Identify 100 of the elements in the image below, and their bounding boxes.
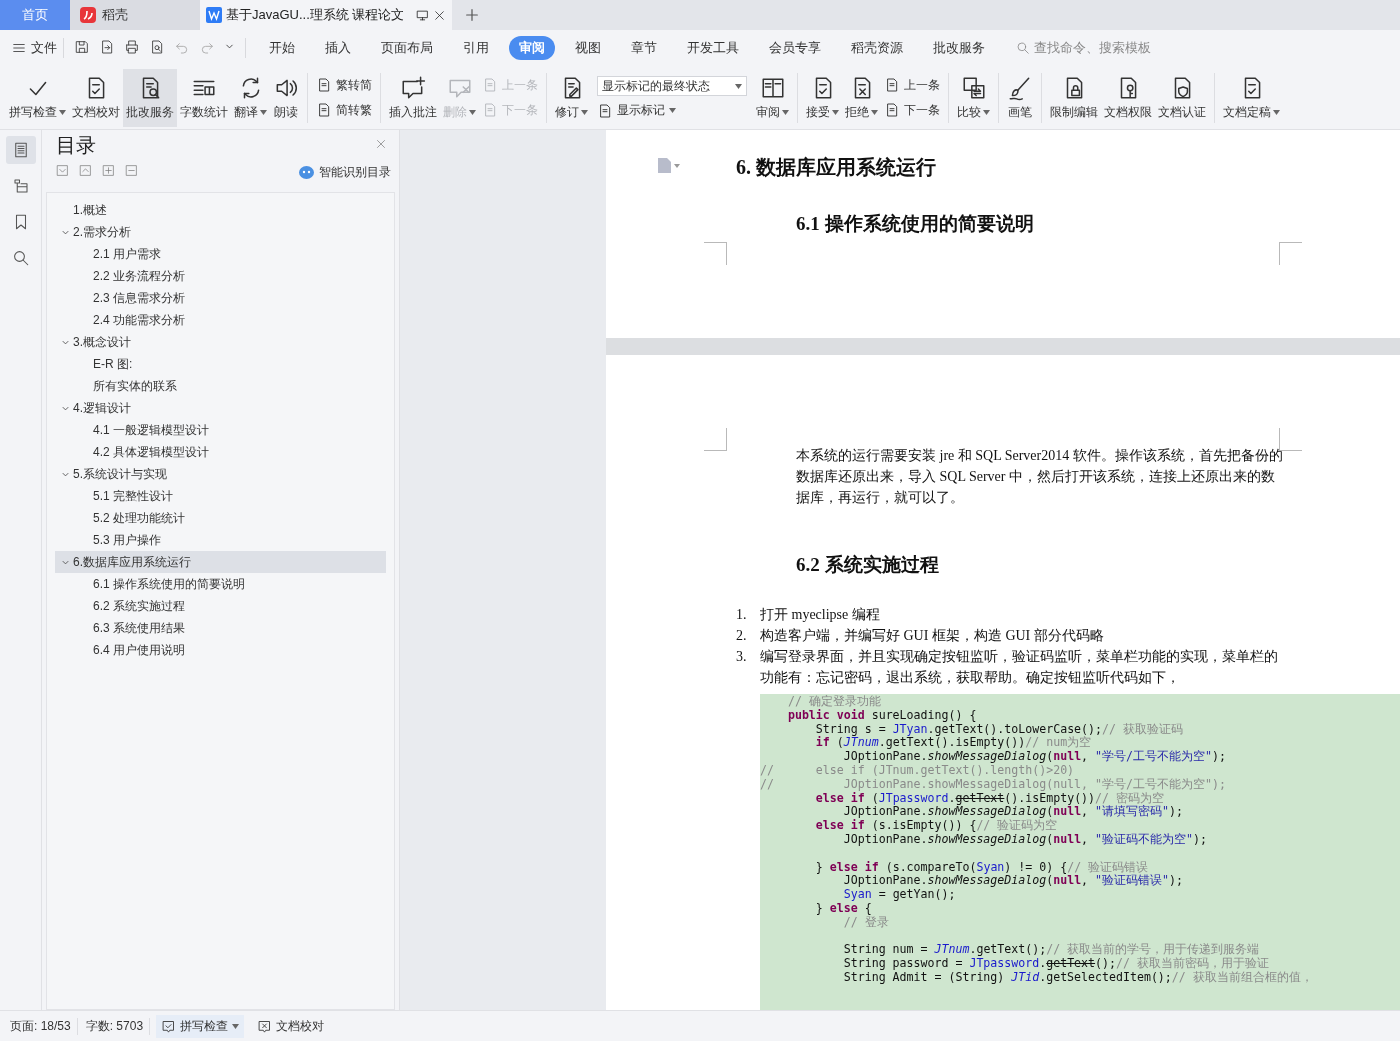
code-line: JOptionPane.showMessageDialog(null, "学号/工号不能为空"); [842, 750, 1227, 764]
ribbon-tab[interactable]: 插入 [315, 36, 361, 60]
caret-icon [581, 109, 588, 115]
toc-item[interactable]: 1.概述 [55, 199, 386, 221]
plus-icon [464, 7, 480, 23]
ribbon-button[interactable]: 简转繁 [316, 101, 372, 119]
smart-toc-button[interactable]: 智能识别目录 [299, 163, 391, 181]
toc-item[interactable]: 6.4 用户使用说明 [55, 639, 386, 661]
ribbon-button[interactable]: 审阅 [753, 68, 792, 127]
save-icon [74, 38, 90, 55]
caret-icon [1273, 109, 1280, 115]
caret-icon [871, 109, 878, 115]
code-line: String num = JTnum.getText();// 获取当前的学号，用于传递到服务端 [842, 943, 1261, 957]
toc-item[interactable]: 5.系统设计与实现 [55, 463, 386, 485]
toc-item[interactable]: 4.1 一般逻辑模型设计 [55, 419, 386, 441]
document-icon [884, 77, 900, 93]
ribbon-tab[interactable]: 引用 [453, 36, 499, 60]
file-menu[interactable]: 文件 [12, 38, 64, 58]
ribbon-tab[interactable]: 视图 [565, 36, 611, 60]
ribbon-button[interactable]: 接受 [803, 68, 842, 127]
list-item-text: 编写登录界面，并且实现确定按钮监听，验证码监听，菜单栏功能的实现，菜单栏的功能有：忘记密码，退出系统，获取帮助。确定按钮监听代码如下， [760, 648, 1279, 687]
toc-item[interactable]: 2.需求分析 [55, 221, 386, 243]
toc-item[interactable]: 4.逻辑设计 [55, 397, 386, 419]
ribbon-button[interactable]: 插入批注 [386, 68, 440, 127]
ribbon-tab[interactable]: 开发工具 [677, 36, 749, 60]
toc-item[interactable]: 5.1 完整性设计 [55, 485, 386, 507]
toc-item[interactable]: 6.1 操作系统使用的简要说明 [55, 573, 386, 595]
ribbon-button[interactable]: 翻译 [231, 68, 270, 127]
code-line: if (JTnum.getText().isEmpty())// num为空 [814, 736, 1092, 751]
ribbon-button[interactable]: 限制编辑 [1047, 68, 1101, 127]
x-box-icon [257, 1018, 273, 1034]
new-tab-button[interactable] [464, 7, 480, 23]
corner-mark [704, 428, 727, 451]
code-line: JOptionPane.showMessageDialog(null, "验证码不能为空"); [842, 832, 1208, 847]
toc-item[interactable]: 3.概念设计 [55, 331, 386, 353]
caret-icon [735, 83, 742, 89]
toc-item[interactable]: 4.2 具体逻辑模型设计 [55, 441, 386, 463]
ribbon-tab[interactable]: 章节 [621, 36, 667, 60]
code-line: else if (JTpassword.getText().isEmpty())// 密码为空 [814, 791, 1166, 805]
toc-item[interactable]: E-R 图: [55, 353, 386, 375]
ribbon-tab[interactable]: 稻壳资源 [841, 36, 913, 60]
document-icon [884, 102, 900, 118]
toc-item[interactable]: 所有实体的联系 [55, 375, 386, 397]
window-tab[interactable]: 基于JavaGU...理系统 课程论文 [200, 0, 452, 30]
ribbon-button[interactable]: 比较 [954, 68, 993, 127]
toc-item[interactable]: 6.数据库应用系统运行 [55, 551, 386, 573]
code-line: // else if (JTnum.getText().length()>20) [760, 764, 1076, 778]
code-line: // 登录 [842, 915, 890, 930]
code-line: // 确定登录功能 [786, 695, 882, 709]
status-button[interactable]: 拼写检查 [156, 1014, 245, 1038]
toc-item[interactable]: 2.3 信息需求分析 [55, 287, 386, 309]
tree-icon [11, 177, 30, 195]
toc-item[interactable]: 2.1 用户需求 [55, 243, 386, 265]
ribbon-tab[interactable]: 开始 [259, 36, 305, 60]
ribbon-button[interactable]: 字数统计 [177, 68, 231, 127]
ribbon-button[interactable]: 文档校对 [69, 68, 123, 127]
corner-mark [1279, 428, 1302, 451]
page-menu-icon[interactable] [658, 158, 680, 173]
ribbon-tab[interactable]: 页面布局 [371, 36, 443, 60]
toc-item[interactable]: 6.3 系统使用结果 [55, 617, 386, 639]
ribbon-button[interactable]: 画笔 [1004, 68, 1036, 127]
ribbon-button[interactable]: 文档认证 [1155, 68, 1209, 127]
heading: 6.2 系统实施过程 [796, 553, 940, 577]
code-line: public void sureLoading() { [786, 708, 978, 723]
compare-icon [960, 74, 987, 101]
list-number: 3. [736, 648, 748, 666]
toc-item[interactable]: 5.3 用户操作 [55, 529, 386, 551]
square-minus-icon [125, 164, 138, 177]
document-icon [482, 77, 498, 93]
toc-item[interactable]: 5.2 处理功能统计 [55, 507, 386, 529]
code-line: Syan = getYan(); [842, 888, 957, 902]
ribbon-tab[interactable]: 批改服务 [923, 36, 995, 60]
ribbon-button[interactable]: 上一条 [884, 76, 940, 94]
toc-item[interactable]: 2.2 业务流程分析 [55, 265, 386, 287]
ribbon-button[interactable]: 批改服务 [123, 68, 177, 127]
page-count: 页面: 18/53 [8, 1017, 78, 1035]
ribbon-button[interactable]: 朗读 [270, 68, 302, 127]
list-item-text: 构造客户端，并编写好 GUI 框架，构造 GUI 部分代码略 [760, 627, 1105, 645]
ribbon-tab[interactable]: 会员专享 [759, 36, 831, 60]
panel-title: 目录 [56, 132, 96, 158]
caret-icon [232, 1023, 240, 1029]
toc-item[interactable]: 6.2 系统实施过程 [55, 595, 386, 617]
ribbon-button[interactable]: 文档定稿 [1220, 68, 1283, 127]
ribbon-button[interactable]: 下一条 [884, 101, 940, 119]
ribbon-button[interactable]: 繁转简 [316, 76, 372, 94]
document-icon [482, 102, 498, 118]
ribbon-button[interactable]: 修订 [552, 68, 591, 127]
square-chevron-down-icon [56, 164, 69, 177]
print-icon [124, 38, 140, 55]
outline-button[interactable] [5, 136, 36, 164]
ribbon-button[interactable]: 文档权限 [1101, 68, 1155, 127]
ribbon-button[interactable]: 拒绝 [842, 68, 881, 127]
dropdown-field[interactable]: 显示标记的最终状态 [597, 76, 747, 96]
document-icon [597, 102, 613, 119]
toc-item[interactable]: 2.4 功能需求分析 [55, 309, 386, 331]
ribbon-button[interactable]: 显示标记 [597, 102, 747, 119]
window-tab[interactable]: 稻壳 [70, 0, 200, 30]
caret-icon [832, 109, 839, 115]
status-button[interactable]: 文档校对 [252, 1014, 330, 1038]
ribbon-button[interactable]: 拼写检查 [6, 68, 69, 127]
